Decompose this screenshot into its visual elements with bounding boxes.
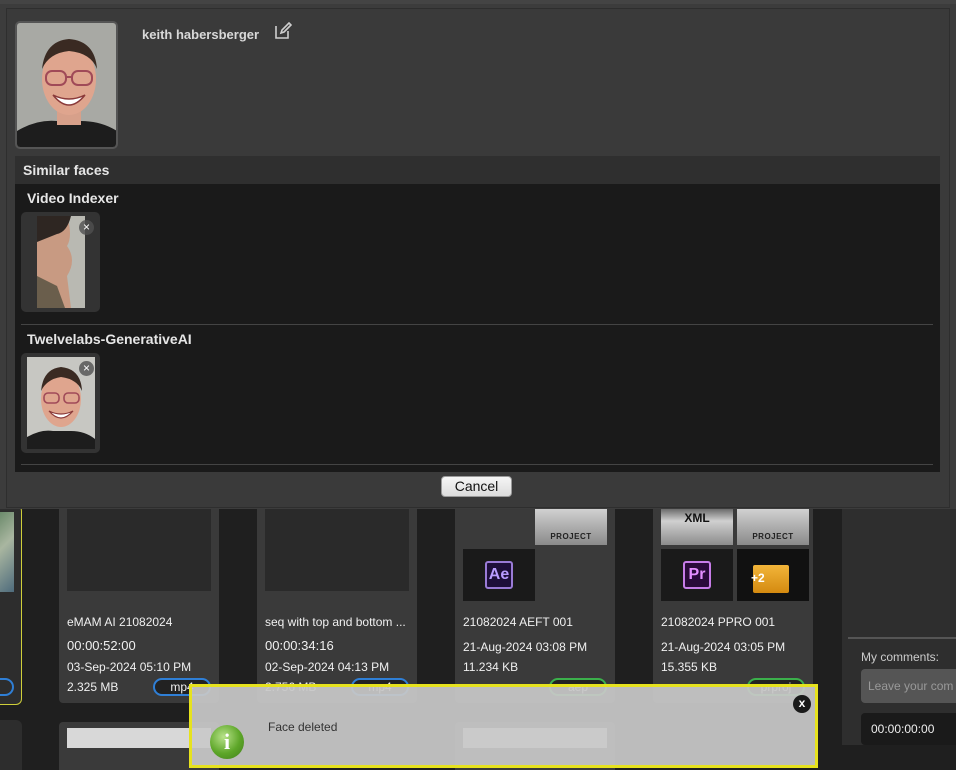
asset-name: 21082024 PPRO 001 (661, 615, 776, 629)
after-effects-logo: Ae (485, 561, 513, 589)
remove-face-button[interactable]: × (79, 361, 94, 376)
face-thumbnail (37, 216, 85, 308)
premiere-pro-icon: Pr (661, 549, 733, 601)
asset-date: 21-Aug-2024 03:05 PM (661, 640, 786, 654)
asset-card-partial[interactable] (0, 505, 22, 705)
asset-size: 15.355 KB (661, 660, 718, 674)
archive-box-icon: +2 (737, 549, 809, 601)
project-file-icon: PROJECT (737, 505, 809, 545)
edit-name-icon[interactable] (274, 21, 293, 40)
asset-card[interactable]: eMAM AI 21082024 00:00:52:00 03-Sep-2024… (59, 505, 219, 703)
asset-card[interactable]: XML PROJECT Pr +2 21082024 PPRO 001 21-A… (653, 505, 813, 703)
comment-timecode[interactable]: 00:00:00:00 (861, 713, 956, 745)
similar-faces-panel: Similar faces Video Indexer × Twelvelabs… (15, 156, 940, 472)
xml-file-icon: XML (661, 505, 733, 545)
asset-duration: 00:00:52:00 (67, 638, 136, 653)
asset-thumbnail (265, 505, 409, 591)
asset-duration: 00:00:34:16 (265, 638, 334, 653)
asset-card[interactable]: seq with top and bottom ... 00:00:34:16 … (257, 505, 417, 703)
person-avatar (15, 21, 118, 149)
person-name: keith habersberger (142, 27, 260, 42)
cancel-button[interactable]: Cancel (441, 476, 512, 497)
asset-date: 03-Sep-2024 05:10 PM (67, 660, 192, 674)
panel-divider (848, 637, 956, 639)
group-divider (21, 324, 933, 325)
pencil-icon (275, 21, 293, 39)
asset-name: eMAM AI 21082024 (67, 615, 173, 629)
asset-thumbnail (67, 505, 211, 591)
premiere-pro-logo: Pr (683, 561, 711, 589)
info-icon: i (210, 725, 244, 759)
face-detail-modal: keith habersberger Similar faces Video I… (0, 0, 956, 509)
asset-size: 2.325 MB (67, 680, 119, 694)
asset-name: seq with top and bottom ... (265, 615, 406, 629)
face-profile-image (37, 216, 85, 308)
toast-close-button[interactable]: x (793, 695, 811, 713)
group-title-twelvelabs: Twelvelabs-GenerativeAI (27, 331, 192, 347)
group-title-video-indexer: Video Indexer (27, 190, 119, 206)
asset-card-partial[interactable] (0, 720, 22, 770)
asset-thumbnail (0, 512, 14, 592)
asset-card[interactable]: PROJECT Ae 21082024 AEFT 001 21-Aug-2024… (455, 505, 615, 703)
asset-date: 21-Aug-2024 03:08 PM (463, 640, 588, 654)
comment-input[interactable] (861, 669, 956, 703)
face-portrait-image (17, 23, 116, 147)
asset-size: 11.234 KB (463, 660, 519, 674)
details-panel (842, 505, 956, 745)
comments-label: My comments: (861, 650, 940, 664)
project-file-icon: PROJECT (535, 505, 607, 545)
after-effects-icon: Ae (463, 549, 535, 601)
similar-face-card[interactable]: × (21, 353, 100, 453)
similar-faces-title: Similar faces (15, 156, 940, 184)
extra-files-count: +2 (751, 571, 765, 585)
toast-notification: i Face deleted x (189, 684, 818, 768)
app-page: eMAM AI 21082024 00:00:52:00 03-Sep-2024… (0, 0, 956, 770)
format-badge (0, 678, 14, 696)
toast-message: Face deleted (268, 720, 338, 734)
remove-face-button[interactable]: × (79, 220, 94, 235)
group-divider (21, 464, 933, 465)
asset-name: 21082024 AEFT 001 (463, 615, 573, 629)
similar-face-card[interactable]: × (21, 212, 100, 312)
asset-date: 02-Sep-2024 04:13 PM (265, 660, 390, 674)
